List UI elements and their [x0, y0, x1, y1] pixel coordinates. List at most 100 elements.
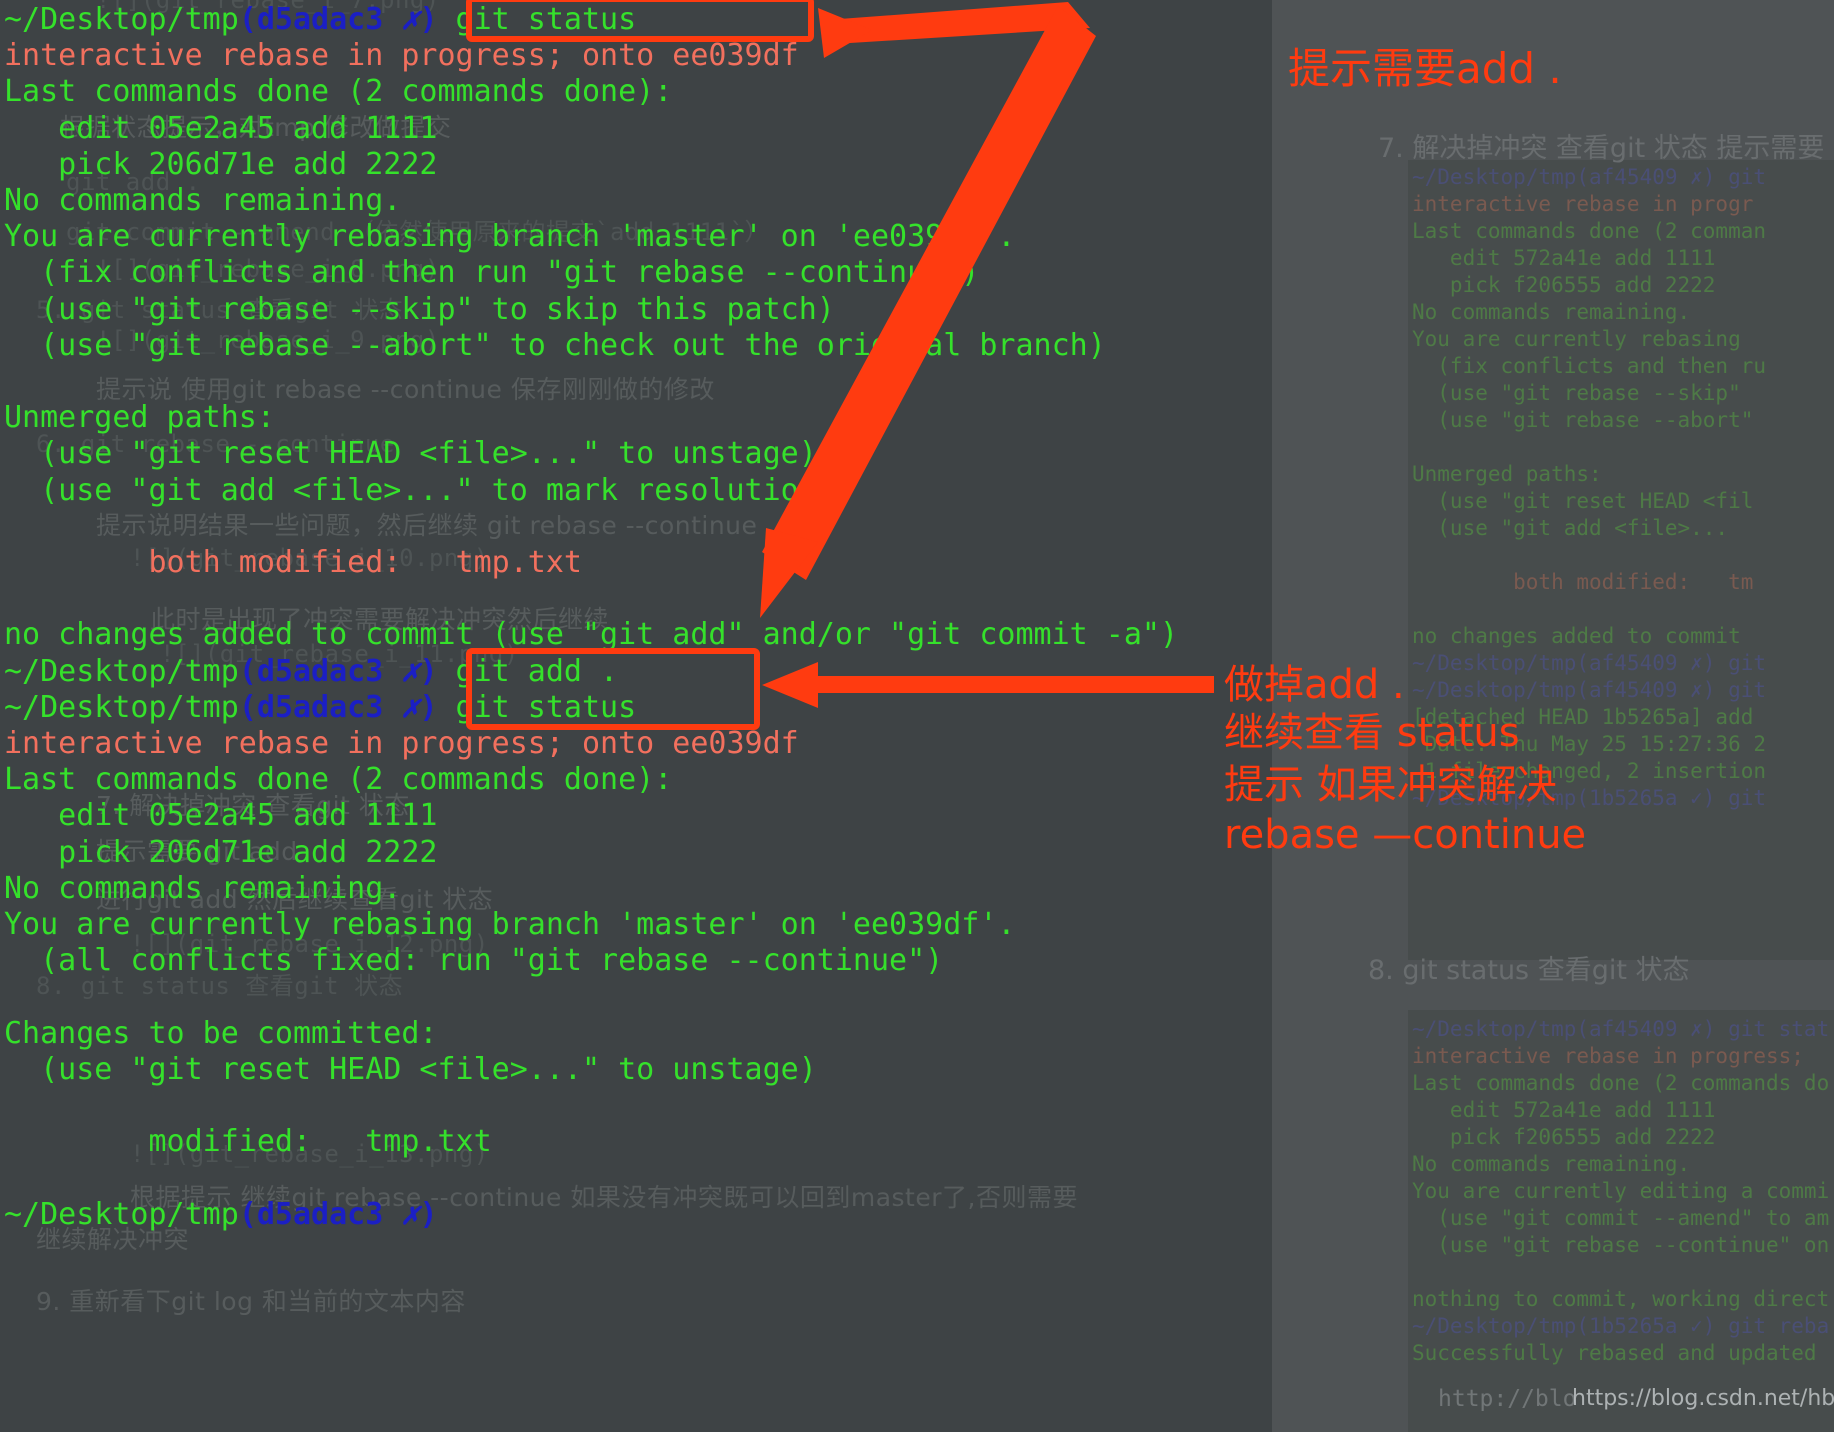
terminal-text-segment: )	[419, 1196, 438, 1232]
terminal-line: edit 05e2a45 add 1111	[4, 111, 437, 147]
blog-code-line: Last commands done (2 comman	[1412, 219, 1767, 243]
blog-code-line: Last commands done (2 commands do	[1412, 1071, 1830, 1095]
blog-code-line	[1412, 542, 1766, 569]
blog-code-line: ~/Desktop/tmp(af45409 ✗) git	[1412, 165, 1767, 189]
terminal-line: (use "git reset HEAD <file>..." to unsta…	[4, 1052, 817, 1088]
terminal-text-segment: ~/Desktop/tmp	[4, 689, 239, 725]
blog-code-line: ~/Desktop/tmp(af45409 ✗) git	[1412, 651, 1767, 675]
terminal-line: both modified: tmp.txt	[4, 545, 582, 581]
blog-code-line: (fix conflicts and then ru	[1412, 354, 1767, 378]
terminal-line: (use "git reset HEAD <file>..." to unsta…	[4, 436, 817, 472]
blog-heading-7: 7. 解决掉冲突 查看git 状态 提示需要	[1378, 133, 1825, 164]
terminal-line: Last commands done (2 commands done):	[4, 762, 672, 798]
blog-code-line: (use "git commit --amend" to am	[1412, 1206, 1830, 1230]
blog-code-line: ~/Desktop/tmp(af45409 ✗) git	[1412, 678, 1767, 702]
annotation-text-mid-2: 继续查看 status	[1224, 710, 1520, 756]
terminal-text-segment: pick 206d71e add 2222	[4, 146, 438, 182]
terminal-text-segment: both modified: tmp.txt	[4, 545, 582, 580]
blog-code-line: interactive rebase in progr	[1412, 192, 1754, 216]
faint-url-watermark: http://blo	[1438, 1386, 1577, 1412]
terminal-text-segment: (d5adac3	[238, 2, 402, 37]
terminal-text-segment: interactive rebase in progress; onto ee0…	[4, 726, 799, 761]
terminal-line: (all conflicts fixed: run "git rebase --…	[4, 943, 943, 979]
terminal-text-segment: (d5adac3	[238, 689, 402, 725]
blog-code-line: (use "git reset HEAD <fil	[1412, 489, 1754, 513]
terminal-text-segment: ✗	[401, 2, 420, 37]
terminal-line: No commands remaining.	[4, 183, 401, 219]
terminal-text-segment: ✗	[401, 653, 420, 689]
terminal-text-segment: (use "git reset HEAD <file>..." to unsta…	[4, 1051, 817, 1087]
terminal-text-segment: You are currently rebasing branch 'maste…	[4, 219, 1016, 255]
terminal-text-segment: (use "git rebase --abort" to check out t…	[4, 327, 1106, 363]
terminal-text-segment: ✗	[401, 1196, 420, 1232]
terminal-text-segment: (use "git rebase --skip" to skip this pa…	[4, 291, 835, 327]
terminal-line: edit 05e2a45 add 1111	[4, 798, 437, 834]
terminal-text-segment: )	[419, 653, 438, 689]
blog-code-line: pick f206555 add 2222	[1412, 1125, 1716, 1149]
annotation-text-mid-4: rebase —continue	[1224, 812, 1587, 858]
terminal-text-segment: (use "git add <file>..." to mark resolut…	[4, 472, 835, 508]
terminal-text-segment: modified: tmp.txt	[4, 1124, 492, 1160]
terminal-text-segment: No commands remaining.	[4, 870, 402, 906]
blog-code-line	[1412, 434, 1766, 461]
terminal-text-segment: Unmerged paths:	[4, 400, 275, 436]
terminal-text-segment: ~/Desktop/tmp	[4, 653, 239, 689]
terminal-text-segment: ~/Desktop/tmp	[4, 1196, 239, 1232]
terminal-text-segment: edit 05e2a45 add 1111	[4, 110, 438, 146]
annotation-box-git-status-top	[466, 0, 814, 42]
terminal-line: No commands remaining.	[4, 871, 401, 907]
terminal-text-segment: Last commands done (2 commands done):	[4, 74, 673, 110]
blog-code-line: edit 572a41e add 1111	[1412, 246, 1716, 270]
ghost-text-line: 提示说明结果一些问题，然后继续 git rebase --continue	[96, 511, 758, 540]
blog-code-line: both modified: tm	[1412, 570, 1754, 594]
blog-code-line: No commands remaining.	[1412, 300, 1691, 324]
terminal-text-segment: (fix conflicts and then run "git rebase …	[4, 255, 980, 291]
terminal-line: Changes to be committed:	[4, 1016, 437, 1052]
terminal-line: (use "git rebase --skip" to skip this pa…	[4, 292, 835, 328]
terminal-text-segment: No commands remaining.	[4, 183, 402, 218]
blog-code-line: Successfully rebased and updated	[1412, 1341, 1817, 1365]
blog-code-block-2: ~/Desktop/tmp(af45409 ✗) git stat interac…	[1412, 1016, 1829, 1367]
blog-code-line: ~/Desktop/tmp(af45409 ✗) git stat	[1412, 1017, 1830, 1041]
blog-code-line: No commands remaining.	[1412, 1152, 1691, 1176]
annotation-text-top: 提示需要add .	[1288, 44, 1562, 93]
blog-code-line: ~/Desktop/tmp(1b5265a ✓) git reba	[1412, 1314, 1830, 1338]
csdn-watermark: https://blog.csdn.net/hbc66gcx	[1572, 1386, 1834, 1411]
blog-code-line: interactive rebase in progress;	[1412, 1044, 1804, 1068]
annotation-text-mid-1: 做掉add .	[1224, 662, 1405, 708]
terminal-line: ~/Desktop/tmp(d5adac3 ✗)	[4, 1197, 438, 1233]
terminal-line: You are currently rebasing branch 'maste…	[4, 907, 1015, 943]
terminal-text-segment: (d5adac3	[238, 1196, 402, 1232]
terminal-line: (use "git add <file>..." to mark resolut…	[4, 473, 835, 509]
terminal-text-segment: (use "git reset HEAD <file>..." to unsta…	[4, 436, 817, 472]
screenshot-stage: 7. 解决掉冲突 查看git 状态 提示需要 8. git status 查看g…	[0, 0, 1834, 1432]
terminal-line: Unmerged paths:	[4, 400, 275, 436]
terminal-line: (use "git rebase --abort" to check out t…	[4, 328, 1106, 364]
blog-code-line: pick f206555 add 2222	[1412, 273, 1716, 297]
terminal-line: pick 206d71e add 2222	[4, 147, 437, 183]
terminal-text-segment: ✗	[401, 689, 420, 725]
terminal-text-segment: edit 05e2a45 add 1111	[4, 798, 438, 834]
annotation-text-mid-3: 提示 如果冲突解决	[1224, 762, 1557, 808]
terminal-text-segment: ~/Desktop/tmp	[4, 2, 239, 37]
blog-code-line: no changes added to commit	[1412, 624, 1741, 648]
terminal-text-segment: pick 206d71e add 2222	[4, 834, 438, 870]
blog-code-line: edit 572a41e add 1111	[1412, 1098, 1716, 1122]
terminal-text-segment: Changes to be committed:	[4, 1015, 438, 1051]
blog-code-line: (use "git rebase --skip"	[1412, 381, 1741, 405]
terminal-text-segment: )	[419, 689, 438, 725]
terminal-text-segment: (d5adac3	[238, 653, 402, 689]
terminal-line: You are currently rebasing branch 'maste…	[4, 219, 1015, 255]
blog-code-line: (use "git rebase --continue" on	[1412, 1233, 1830, 1257]
blog-code-line: You are currently rebasing	[1412, 327, 1741, 351]
blog-code-line: You are currently editing a commi	[1412, 1179, 1830, 1203]
blog-code-line: Unmerged paths:	[1412, 462, 1602, 486]
terminal-text-segment: )	[419, 2, 438, 37]
ghost-text-line: 9. 重新看下git log 和当前的文本内容	[36, 1287, 466, 1316]
blog-heading-8: 8. git status 查看git 状态	[1368, 955, 1690, 986]
blog-code-line	[1412, 1259, 1829, 1286]
terminal-text-segment: You are currently rebasing branch 'maste…	[4, 907, 1016, 942]
terminal-line: modified: tmp.txt	[4, 1124, 492, 1160]
terminal-line: interactive rebase in progress; onto ee0…	[4, 38, 799, 74]
terminal-text-segment: Last commands done (2 commands done):	[4, 762, 673, 798]
